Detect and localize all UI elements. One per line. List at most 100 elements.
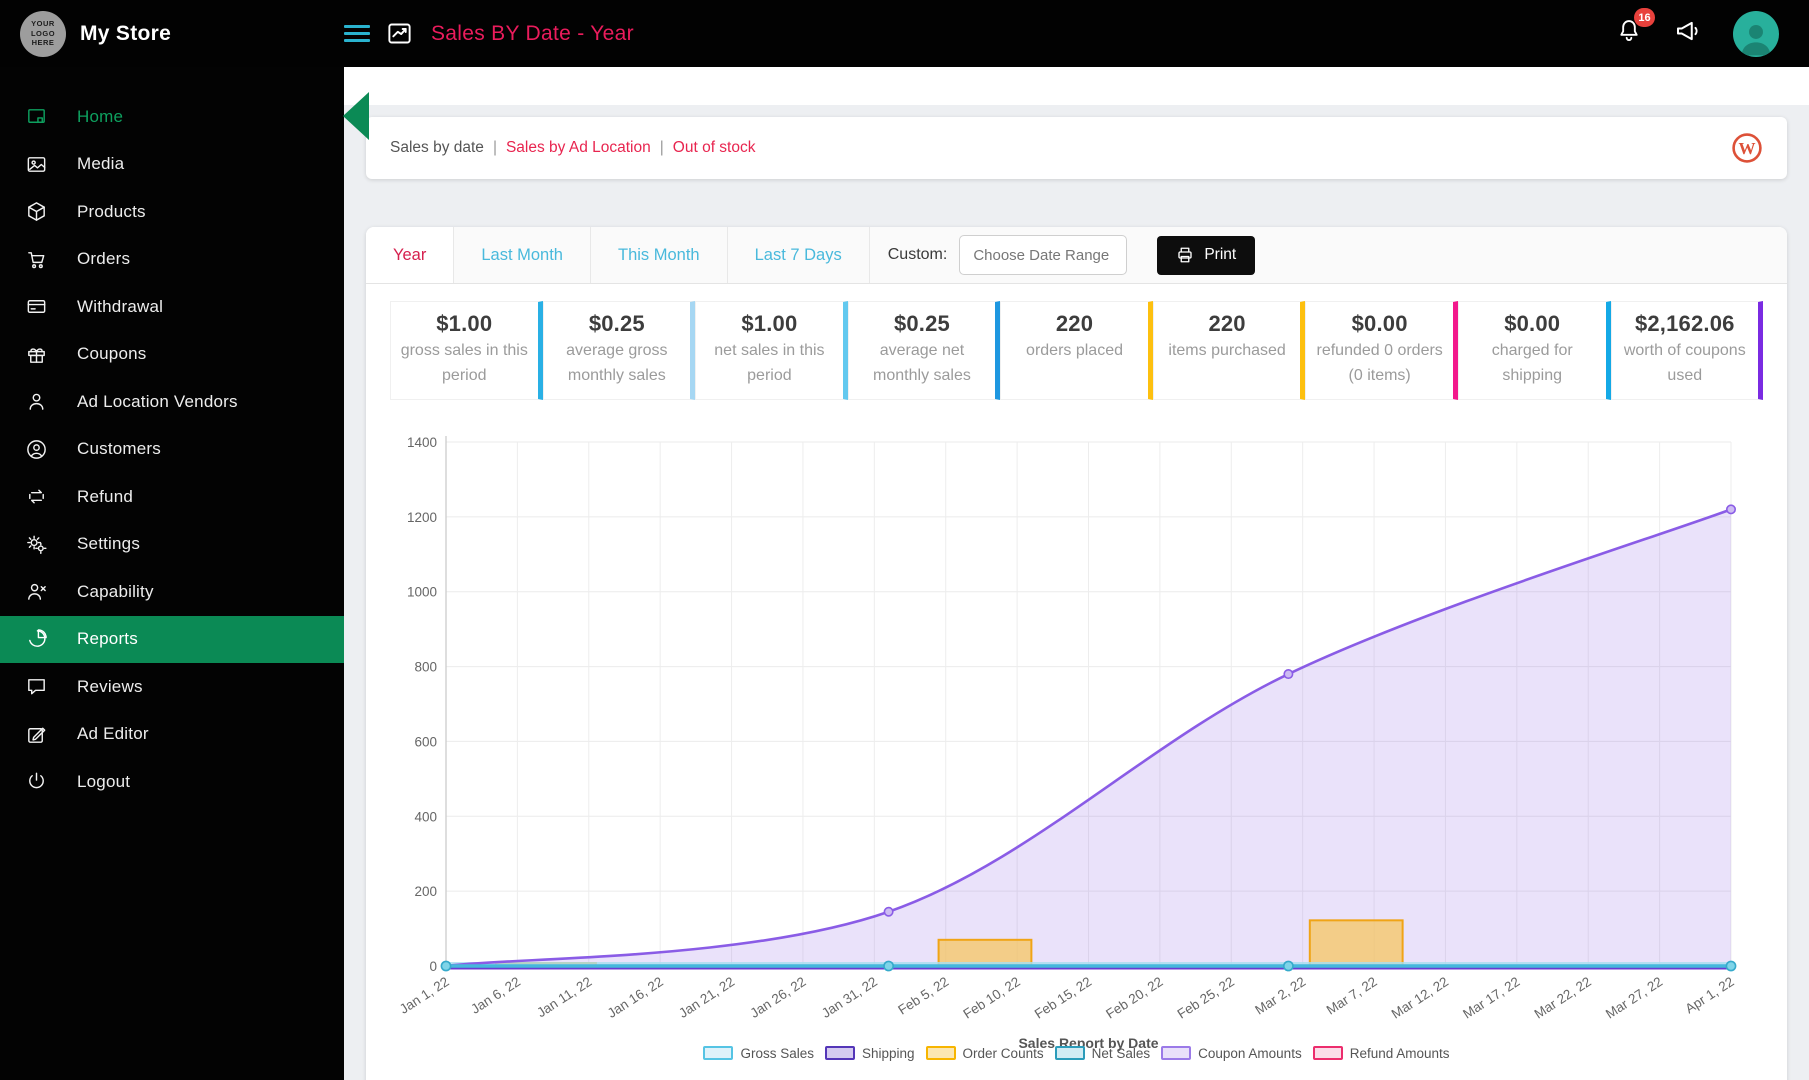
stat-value: $2,162.06 — [1634, 311, 1735, 336]
x-axis-tick-label: Feb 5, 22 — [895, 974, 951, 1018]
announcements-button[interactable] — [1673, 16, 1703, 51]
tab-year[interactable]: Year — [366, 227, 455, 283]
sidebar-item-label: Products — [77, 201, 146, 221]
report-filter-tabs: Year Last Month This Month Last 7 Days C… — [366, 227, 1787, 284]
x-axis-tick-label: Mar 12, 22 — [1389, 974, 1451, 1022]
stat-label: gross sales in this period — [400, 342, 528, 384]
sidebar-item-settings[interactable]: Settings — [0, 521, 344, 569]
legend-label: Shipping — [862, 1045, 915, 1061]
sidebar-item-logout[interactable]: Logout — [0, 758, 344, 806]
legend-label: Refund Amounts — [1349, 1045, 1450, 1061]
sidebar-item-label: Media — [77, 154, 125, 174]
x-axis-tick-label: Jan 21, 22 — [676, 974, 737, 1021]
sidebar-item-reports[interactable]: Reports — [0, 615, 344, 663]
menu-toggle-icon[interactable] — [344, 25, 370, 42]
stat-label: average gross monthly sales — [566, 342, 668, 384]
sidebar-item-withdrawal[interactable]: Withdrawal — [0, 283, 344, 331]
sidebar-item-refund[interactable]: Refund — [0, 473, 344, 521]
breadcrumb-separator: | — [659, 139, 664, 156]
x-axis-tick-label: Jan 11, 22 — [534, 974, 594, 1020]
sidebar-item-orders[interactable]: Orders — [0, 236, 344, 284]
stat-label: orders placed — [1026, 342, 1123, 359]
customers-icon — [25, 437, 51, 461]
sidebar-item-reviews[interactable]: Reviews — [0, 663, 344, 711]
date-range-input[interactable] — [959, 235, 1128, 275]
user-avatar[interactable] — [1733, 10, 1779, 57]
sidebar: Home Media Products Orders Withdrawal Coupons… — [0, 67, 344, 1080]
sidebar-item-capability[interactable]: Capability — [0, 568, 344, 616]
legend-item-coupon-amounts[interactable]: Coupon Amounts — [1161, 1046, 1302, 1061]
sidebar-item-label: Settings — [77, 534, 141, 554]
vendors-icon — [25, 390, 51, 414]
stat-value: $0.00 — [1504, 311, 1561, 336]
reports-icon — [25, 627, 51, 651]
y-axis-tick-label: 400 — [414, 809, 437, 824]
x-axis-tick-label: Jan 16, 22 — [605, 974, 666, 1021]
sidebar-item-label: Reports — [77, 629, 138, 649]
user-silhouette-icon — [1741, 24, 1771, 55]
x-axis-tick-label: Jan 31, 22 — [819, 974, 880, 1021]
sidebar-item-media[interactable]: Media — [0, 141, 344, 189]
stat-value: $1.00 — [436, 311, 493, 336]
legend-swatch — [1161, 1046, 1192, 1061]
sidebar-item-products[interactable]: Products — [0, 188, 344, 236]
custom-range-label: Custom: — [887, 246, 948, 263]
breadcrumb-out-of-stock[interactable]: Out of stock — [673, 139, 756, 157]
sidebar-item-label: Customers — [77, 439, 161, 459]
svg-text:W: W — [1739, 139, 1756, 158]
sales-chart: 0 200 400 600 800 1000 1200 1400 Jan 1, 22 Jan 6,… — [394, 426, 1779, 1076]
tab-last-month[interactable]: Last Month — [454, 227, 591, 283]
stat-label: charged for shipping — [1491, 342, 1573, 384]
stat-card: $0.25 average gross monthly sales — [542, 301, 696, 400]
legend-item-gross-sales[interactable]: Gross Sales — [703, 1046, 814, 1061]
logout-icon — [25, 770, 51, 794]
store-logo-text: YOUR LOGO HERE — [30, 19, 56, 48]
megaphone-icon — [1677, 21, 1698, 41]
products-icon — [25, 200, 51, 224]
breadcrumb-sales-by-ad-location[interactable]: Sales by Ad Location — [506, 139, 651, 157]
breadcrumb-card: Sales by date | Sales by Ad Location | O… — [366, 117, 1787, 179]
orders-icon — [25, 247, 51, 271]
stat-card: 220 items purchased — [1152, 301, 1306, 400]
breadcrumb: Sales by date | Sales by Ad Location | O… — [390, 139, 755, 157]
x-axis-tick-label: Feb 25, 22 — [1175, 974, 1237, 1022]
sidebar-item-customers[interactable]: Customers — [0, 426, 344, 474]
print-button[interactable]: Print — [1157, 235, 1256, 275]
legend-label: Coupon Amounts — [1198, 1045, 1302, 1061]
coupon-amounts-point — [883, 906, 894, 917]
store-logo[interactable]: YOUR LOGO HERE — [20, 10, 66, 57]
net-sales-point — [883, 960, 895, 971]
notifications-button[interactable]: 16 — [1615, 8, 1655, 50]
legend-item-shipping[interactable]: Shipping — [825, 1046, 915, 1061]
coupon-amounts-point — [1726, 503, 1737, 514]
stat-card: $1.00 gross sales in this period — [390, 301, 543, 400]
sidebar-item-home[interactable]: Home — [0, 93, 344, 141]
y-axis-tick-label: 600 — [414, 734, 437, 749]
chart-line-icon — [386, 20, 413, 47]
sidebar-item-label: Orders — [77, 249, 131, 269]
refund-icon — [25, 485, 51, 509]
topbar-brand: YOUR LOGO HERE My Store — [0, 10, 344, 57]
order-counts-bar — [1308, 918, 1404, 967]
sidebar-item-ad-location-vendors[interactable]: Ad Location Vendors — [0, 378, 344, 426]
x-axis-tick-label: Jan 6, 22 — [468, 974, 523, 1017]
sidebar-item-coupons[interactable]: Coupons — [0, 331, 344, 379]
x-axis-tick-label: Mar 22, 22 — [1532, 974, 1594, 1022]
topbar-actions: 16 — [1615, 8, 1809, 57]
capability-icon — [25, 580, 51, 604]
x-axis-tick-label: Jan 26, 22 — [748, 974, 809, 1021]
tab-last-7-days[interactable]: Last 7 Days — [728, 227, 870, 283]
legend-item-refund-amounts[interactable]: Refund Amounts — [1312, 1045, 1450, 1061]
home-icon — [25, 105, 51, 129]
legend-label: Gross Sales — [740, 1045, 814, 1061]
tab-this-month[interactable]: This Month — [591, 227, 728, 283]
sidebar-item-ad-editor[interactable]: Ad Editor — [0, 711, 344, 759]
notification-count-badge: 16 — [1634, 8, 1655, 27]
subheader-band — [344, 67, 1809, 105]
legend-item-order-counts[interactable]: Order Counts — [925, 1046, 1044, 1061]
legend-item-net-sales[interactable]: Net Sales — [1054, 1046, 1150, 1061]
breadcrumb-sales-by-date[interactable]: Sales by date — [390, 139, 484, 157]
x-axis-tick-label: Feb 10, 22 — [960, 974, 1022, 1022]
wordpress-icon: W — [1732, 133, 1762, 163]
stat-value: $1.00 — [741, 311, 798, 336]
